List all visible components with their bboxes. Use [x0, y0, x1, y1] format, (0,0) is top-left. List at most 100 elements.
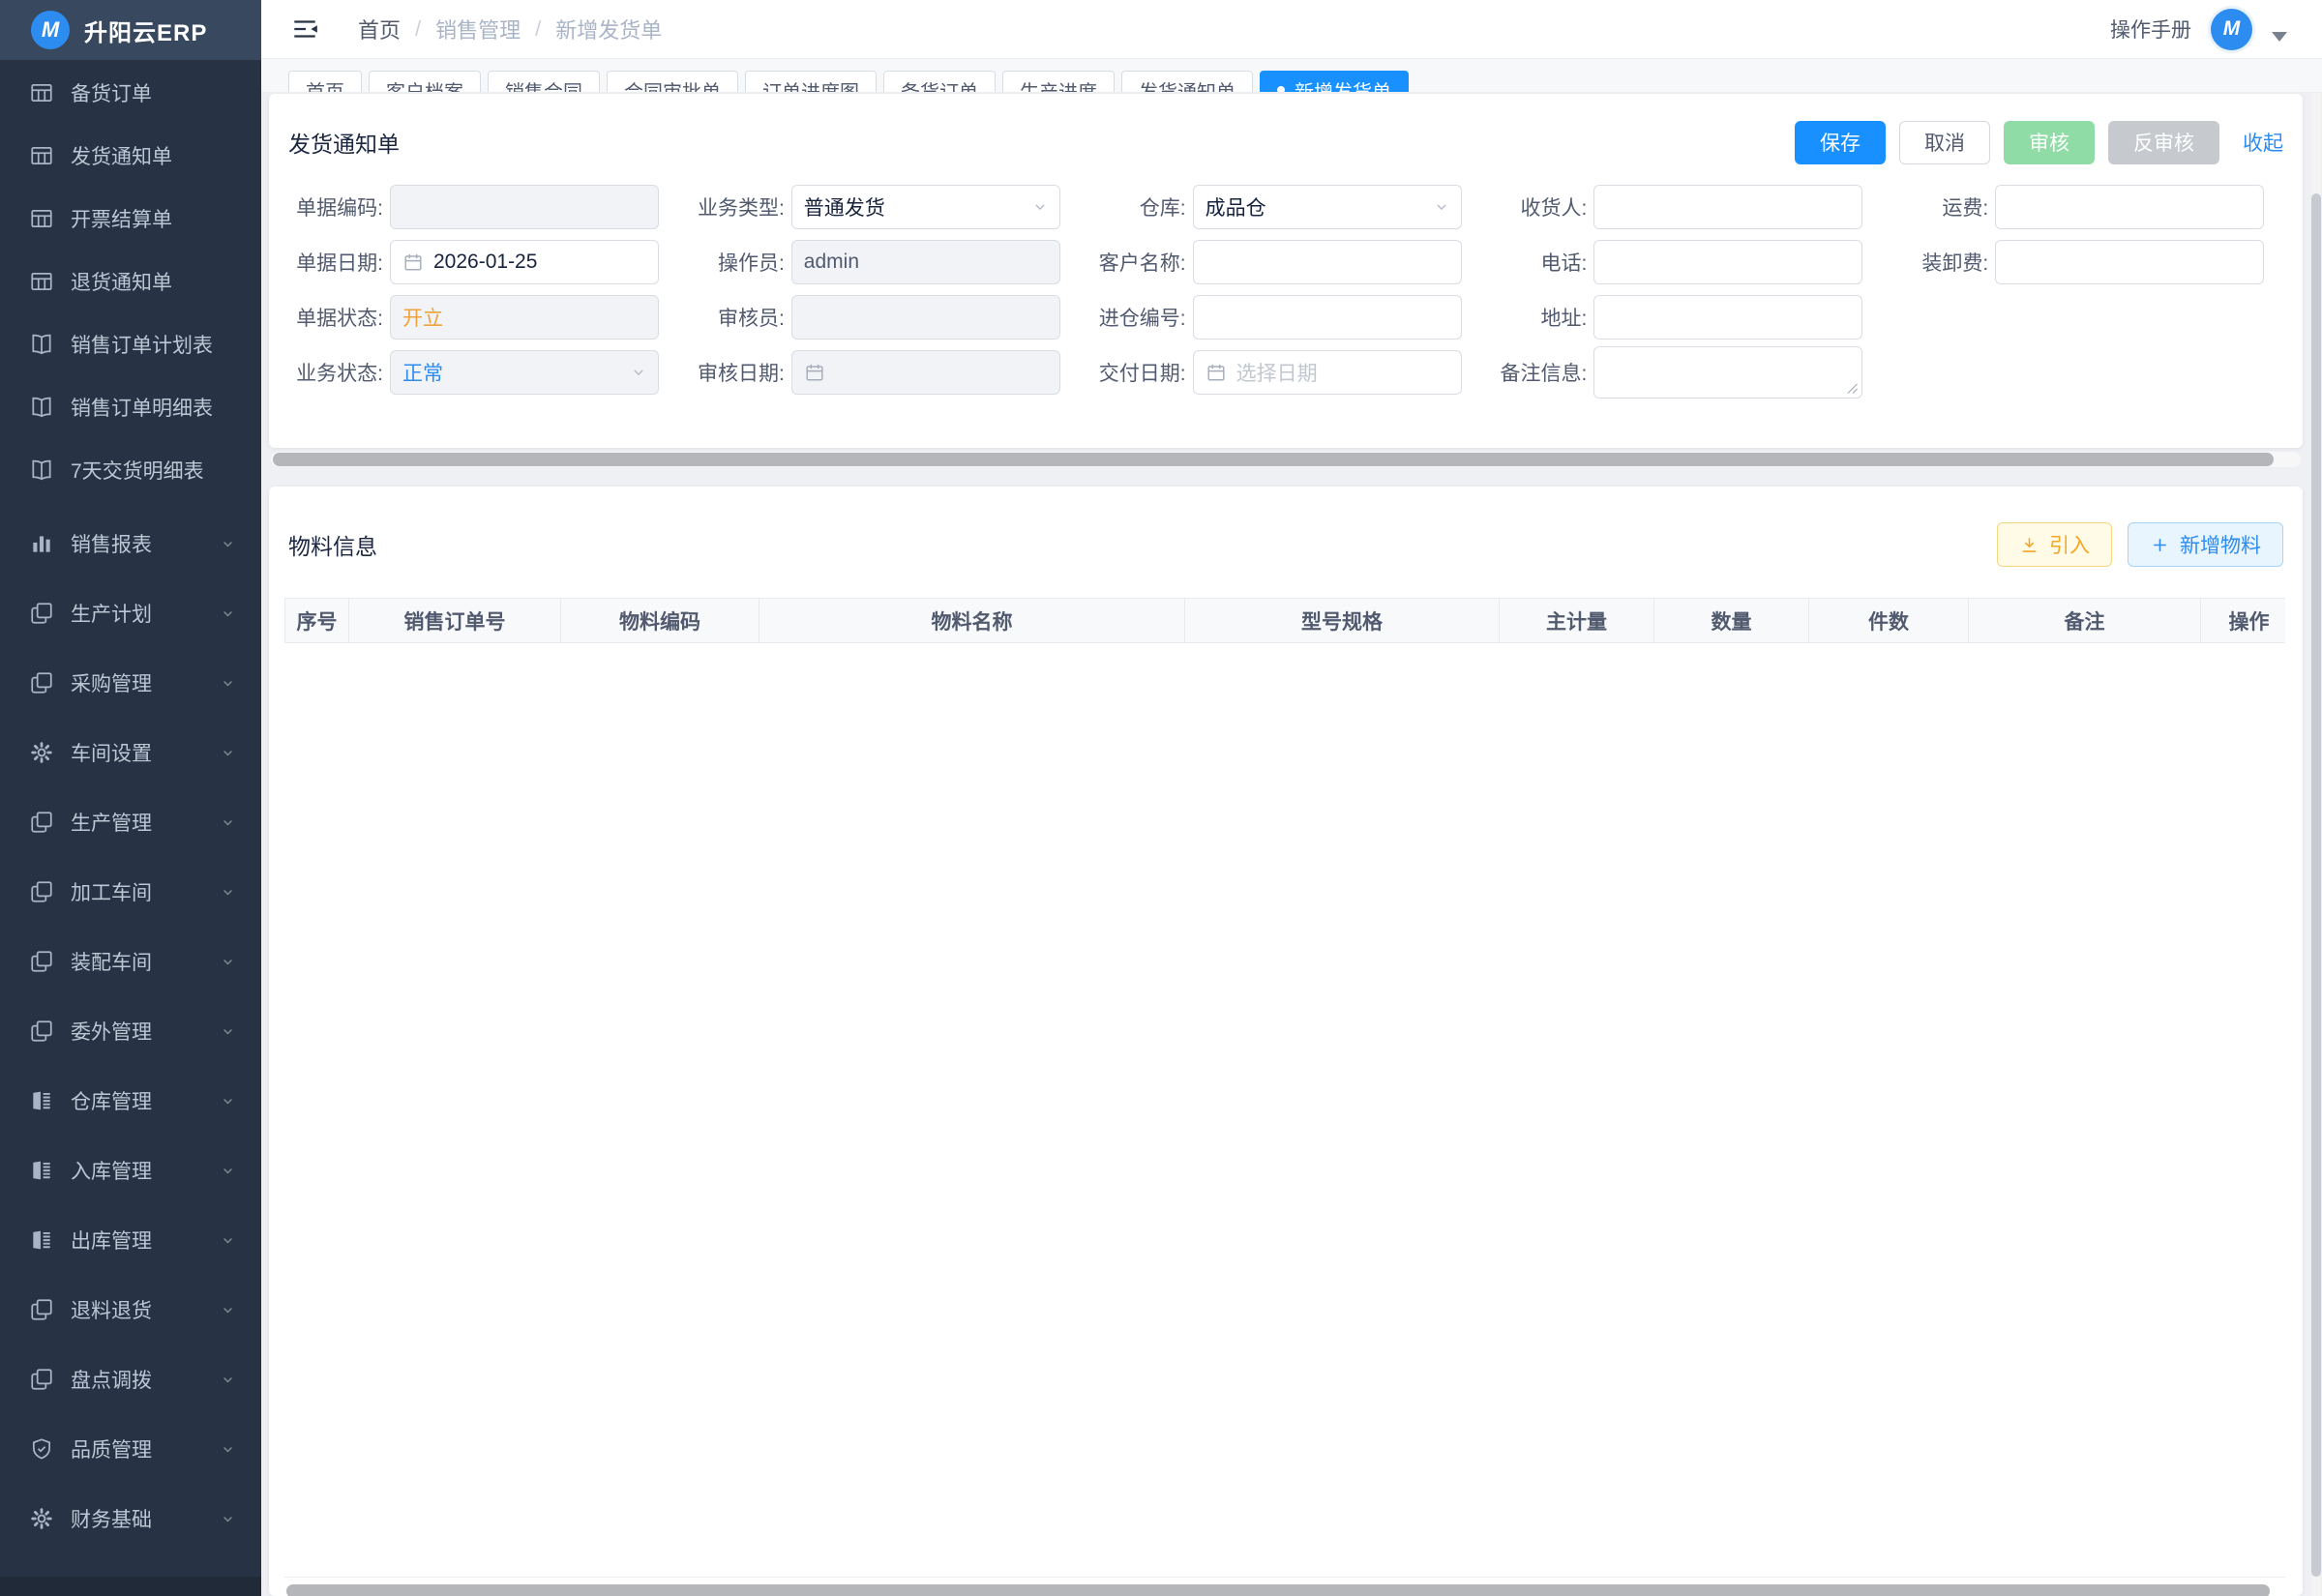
sidebar-item-sales-report[interactable]: 销售报表	[0, 509, 261, 578]
biz-type-select[interactable]: 普通发货	[791, 185, 1060, 229]
sidebar-item-warehouse-management[interactable]: 仓库管理	[0, 1066, 261, 1136]
breadcrumb-item[interactable]: 销售管理	[435, 14, 521, 44]
sidebar-item-stock-order[interactable]: 备货订单	[0, 61, 261, 124]
sidebar-item-finance-basics[interactable]: 财务基础	[0, 1484, 261, 1553]
documents-icon	[29, 949, 54, 974]
import-button-label: 引入	[2049, 530, 2090, 559]
table-horizontal-scrollbar[interactable]	[284, 1584, 2287, 1596]
sidebar-item-return-notice[interactable]: 退货通知单	[0, 250, 261, 312]
form-grid: 单据编码:业务类型:普通发货仓库:成品仓收货人:运费:单据日期:2026-01-…	[284, 179, 2291, 399]
customer-name-input[interactable]	[1193, 240, 1462, 284]
freight-input[interactable]	[1995, 185, 2264, 229]
biz-status-value: 正常	[402, 358, 443, 387]
documents-icon	[29, 879, 54, 904]
import-button[interactable]: 引入	[1997, 522, 2112, 567]
field-operator: 操作员:admin	[686, 234, 1087, 289]
sidebar-item-sales-order-plan[interactable]: 销售订单计划表	[0, 312, 261, 375]
sidebar-item-processing-workshop[interactable]: 加工车间	[0, 857, 261, 927]
chevron-down-icon	[1433, 198, 1450, 216]
delivery-date-input[interactable]: 选择日期	[1193, 350, 1462, 395]
sidebar-item-label: 装配车间	[71, 947, 220, 976]
ledger-icon	[29, 1227, 54, 1253]
top-header: 首页/销售管理/新增发货单 操作手册 M	[261, 0, 2322, 59]
cancel-button[interactable]: 取消	[1899, 121, 1990, 164]
sidebar-item-seven-day-delivery[interactable]: 7天交货明细表	[0, 438, 261, 501]
gear-icon	[29, 740, 54, 765]
sidebar-item-production-plan[interactable]: 生产计划	[0, 578, 261, 648]
menu-fold-icon[interactable]	[290, 15, 319, 44]
sidebar-item-label: 销售订单计划表	[71, 330, 236, 359]
sidebar-item-quality-management[interactable]: 品质管理	[0, 1414, 261, 1484]
chevron-down-icon	[220, 814, 236, 831]
sidebar-item-inbound-management[interactable]: 入库管理	[0, 1136, 261, 1205]
material-table-header-row: 序号销售订单号物料编码物料名称型号规格主计量数量件数备注操作	[285, 599, 2286, 643]
sidebar-item-label: 退货通知单	[71, 267, 236, 296]
chevron-down-icon	[220, 1372, 236, 1388]
operator-input: admin	[791, 240, 1060, 284]
sidebar-item-delivery-notice[interactable]: 发货通知单	[0, 124, 261, 187]
sidebar-item-assembly-workshop[interactable]: 装配车间	[0, 927, 261, 996]
sidebar-item-label: 车间设置	[71, 738, 220, 767]
sidebar-item-material-return[interactable]: 退料退货	[0, 1275, 261, 1345]
warehouse-entry-no-input[interactable]	[1193, 295, 1462, 340]
address-input[interactable]	[1593, 295, 1862, 340]
documents-icon	[29, 601, 54, 626]
open-book-icon	[29, 395, 54, 420]
field-freight: 运费:	[1890, 179, 2291, 234]
sidebar-item-label: 生产管理	[71, 808, 220, 837]
form-horizontal-scrollbar[interactable]	[271, 452, 2301, 467]
sidebar-item-outbound-management[interactable]: 出库管理	[0, 1205, 261, 1275]
sidebar-item-production-management[interactable]: 生产管理	[0, 787, 261, 857]
materials-panel-header: 物料信息 引入	[269, 487, 2303, 570]
unaudit-button[interactable]: 反审核	[2108, 121, 2219, 164]
receiver-input[interactable]	[1593, 185, 1862, 229]
user-menu-caret-icon[interactable]	[2272, 32, 2287, 42]
warehouse-value: 成品仓	[1206, 192, 1266, 222]
collapse-link[interactable]: 收起	[2243, 128, 2283, 157]
field-audit-date: 审核日期:	[686, 344, 1087, 399]
table-horizontal-scrollbar-thumb[interactable]	[286, 1584, 2270, 1596]
form-horizontal-scrollbar-thumb[interactable]	[273, 453, 2274, 466]
chevron-down-icon	[220, 1302, 236, 1318]
sidebar-item-label: 仓库管理	[71, 1086, 220, 1115]
delivery-date-label: 交付日期:	[1087, 358, 1186, 387]
sidebar-item-label: 出库管理	[71, 1226, 220, 1255]
phone-input[interactable]	[1593, 240, 1862, 284]
column-header: 物料编码	[561, 599, 759, 643]
sidebar-item-stocktake-transfer[interactable]: 盘点调拨	[0, 1345, 261, 1414]
delivery-date-value: 选择日期	[1236, 358, 1318, 387]
sidebar-item-label: 采购管理	[71, 668, 220, 697]
sidebar-item-outsourcing-management[interactable]: 委外管理	[0, 996, 261, 1066]
add-material-button[interactable]: 新增物料	[2128, 522, 2283, 567]
remark-textarea[interactable]	[1593, 346, 1862, 399]
sidebar-item-label: 财务基础	[71, 1504, 220, 1533]
user-avatar[interactable]: M	[2211, 9, 2252, 50]
handling-fee-input[interactable]	[1995, 240, 2264, 284]
chevron-down-icon	[220, 675, 236, 692]
page-vertical-scrollbar-thumb[interactable]	[2311, 193, 2321, 1577]
sidebar-item-label: 备货订单	[71, 78, 236, 107]
doc-date-input[interactable]: 2026-01-25	[390, 240, 659, 284]
sidebar-item-workshop-settings[interactable]: 车间设置	[0, 718, 261, 787]
sidebar-item-invoice-settlement[interactable]: 开票结算单	[0, 187, 261, 250]
save-button[interactable]: 保存	[1795, 121, 1886, 164]
manual-link[interactable]: 操作手册	[2110, 15, 2191, 44]
customer-name-label: 客户名称:	[1087, 248, 1186, 277]
audit-button[interactable]: 审核	[2004, 121, 2095, 164]
sidebar-item-sales-order-detail[interactable]: 销售订单明细表	[0, 375, 261, 438]
chevron-down-icon	[220, 1093, 236, 1109]
sidebar-item-purchase-management[interactable]: 采购管理	[0, 648, 261, 718]
field-doc-code: 单据编码:	[284, 179, 686, 234]
page-vertical-scrollbar[interactable]	[2311, 93, 2321, 1596]
breadcrumb-item[interactable]: 新增发货单	[555, 14, 662, 44]
materials-table: 序号销售订单号物料编码物料名称型号规格主计量数量件数备注操作	[284, 598, 2285, 643]
documents-icon	[29, 1297, 54, 1322]
sidebar-item-label: 委外管理	[71, 1017, 220, 1046]
warehouse-select[interactable]: 成品仓	[1193, 185, 1462, 229]
column-header: 主计量	[1500, 599, 1654, 643]
warehouse-label: 仓库:	[1087, 192, 1186, 222]
field-biz-status: 业务状态:正常	[284, 344, 686, 399]
field-customer-name: 客户名称:	[1087, 234, 1489, 289]
biz-type-value: 普通发货	[804, 192, 885, 222]
breadcrumb-item[interactable]: 首页	[358, 14, 401, 44]
